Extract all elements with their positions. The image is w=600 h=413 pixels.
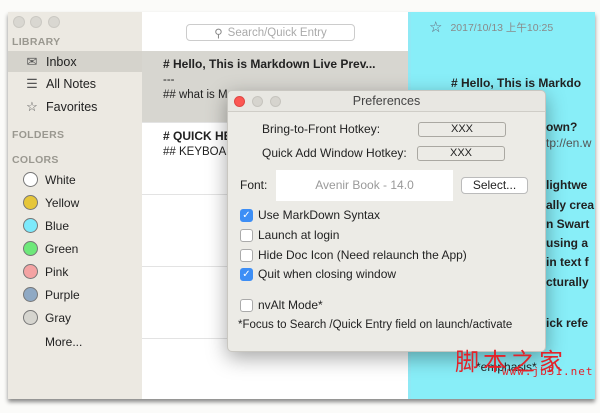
- sidebar-color-yellow[interactable]: Yellow: [23, 195, 79, 210]
- favorite-star-icon[interactable]: ☆: [429, 18, 442, 36]
- sidebar-color-pink[interactable]: Pink: [23, 264, 68, 279]
- quick-add-hotkey-field[interactable]: XXX: [417, 146, 505, 161]
- select-font-button[interactable]: Select...: [461, 177, 528, 194]
- preview-line: # Hello, This is Markdo: [451, 76, 582, 90]
- checkbox-icon[interactable]: [240, 298, 253, 312]
- preview-line: cturally: [546, 275, 589, 289]
- preferences-dialog: Preferences Bring-to-Front Hotkey: XXX Q…: [227, 90, 546, 352]
- checkbox-icon[interactable]: [240, 248, 253, 262]
- sidebar-color-blue[interactable]: Blue: [23, 218, 69, 233]
- checkbox-launch-at-login[interactable]: Launch at login: [240, 228, 339, 242]
- list-icon: ☰: [26, 75, 38, 91]
- color-dot-icon: [23, 241, 38, 256]
- search-icon: ⚲: [214, 27, 223, 40]
- sidebar: LIBRARY ✉ Inbox ☰ All Notes ☆ Favorites FOL…: [8, 12, 142, 399]
- dialog-zoom-button[interactable]: [270, 96, 281, 107]
- checkbox-icon[interactable]: [240, 228, 253, 242]
- dialog-minimize-button[interactable]: [252, 96, 263, 107]
- window-minimize-button[interactable]: [30, 16, 42, 28]
- checkbox-quit-when-closing-window[interactable]: ✓ Quit when closing window: [240, 267, 396, 281]
- color-dot-icon: [23, 195, 38, 210]
- color-dot-icon: [23, 287, 38, 302]
- bring-front-hotkey-field[interactable]: XXX: [418, 122, 506, 137]
- preview-line: n Swart: [546, 217, 590, 231]
- bring-front-label: Bring-to-Front Hotkey:: [262, 122, 381, 136]
- sidebar-item-favorites[interactable]: ☆ Favorites: [8, 96, 142, 117]
- window-zoom-button[interactable]: [48, 16, 60, 28]
- quick-add-label: Quick Add Window Hotkey:: [262, 146, 407, 160]
- sidebar-item-more[interactable]: More...: [45, 335, 82, 349]
- window-close-button[interactable]: [13, 16, 25, 28]
- sidebar-color-green[interactable]: Green: [23, 241, 78, 256]
- color-dot-icon: [23, 310, 38, 325]
- color-dot-icon: [23, 218, 38, 233]
- preview-line: ick refe: [546, 316, 589, 330]
- checkbox-hide-doc-icon-need-relaunch-the-app[interactable]: Hide Doc Icon (Need relaunch the App): [240, 248, 467, 262]
- dialog-titlebar: Preferences: [228, 91, 545, 112]
- sidebar-color-purple[interactable]: Purple: [23, 287, 80, 302]
- color-dot-icon: [23, 264, 38, 279]
- sidebar-item-all-notes[interactable]: ☰ All Notes: [8, 73, 142, 94]
- footnote: *Focus to Search /Quick Entry field on l…: [238, 319, 513, 331]
- search-input[interactable]: ⚲ Search/Quick Entry: [186, 24, 355, 41]
- preview-line: ally crea: [546, 198, 595, 212]
- colors-heading: COLORS: [12, 154, 59, 166]
- folders-heading: FOLDERS: [12, 129, 65, 141]
- note-date: ☆ 2017/10/13 上午10:25: [429, 18, 554, 36]
- sidebar-color-gray[interactable]: Gray: [23, 310, 71, 325]
- checkbox-nvalt-mode[interactable]: nvAlt Mode*: [240, 298, 323, 312]
- star-icon: ☆: [26, 98, 38, 114]
- watermark-url: www.jb51.net: [502, 365, 594, 378]
- color-dot-icon: [23, 172, 38, 187]
- sidebar-color-white[interactable]: White: [23, 172, 76, 187]
- inbox-icon: ✉: [26, 53, 38, 69]
- preview-line: using a: [546, 236, 589, 250]
- font-display-field: Avenir Book - 14.0: [276, 170, 453, 201]
- preview-line: lightwe: [546, 178, 588, 192]
- checkmark-icon[interactable]: ✓: [240, 208, 253, 222]
- checkmark-icon[interactable]: ✓: [240, 267, 253, 281]
- font-label: Font:: [240, 178, 268, 192]
- library-heading: LIBRARY: [12, 36, 61, 48]
- dialog-title: Preferences: [352, 94, 421, 108]
- preview-line: tp://en.w: [546, 136, 592, 150]
- preview-line: in text f: [546, 255, 589, 269]
- sidebar-item-inbox[interactable]: ✉ Inbox: [8, 51, 142, 72]
- checkbox-use-markdown-syntax[interactable]: ✓ Use MarkDown Syntax: [240, 208, 380, 222]
- preview-line: own?: [546, 120, 578, 134]
- dialog-close-button[interactable]: [234, 96, 245, 107]
